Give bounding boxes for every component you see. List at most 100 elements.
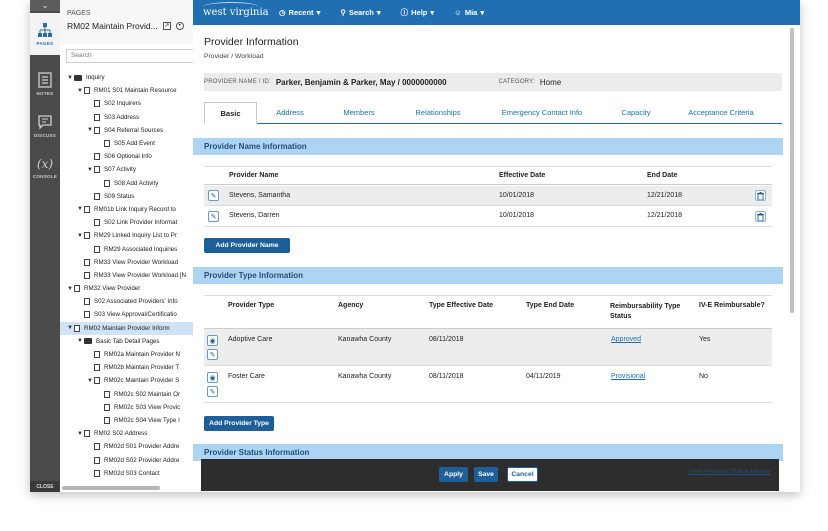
rail-notes-button[interactable]: NOTES bbox=[30, 63, 60, 105]
wv-logo[interactable]: west virginia bbox=[193, 2, 271, 18]
nav-recent[interactable]: ◷ Recent ▾ bbox=[279, 7, 320, 18]
tree-item[interactable]: ▼ S07 Activity bbox=[60, 163, 214, 176]
caret-down-icon[interactable]: ▼ bbox=[66, 75, 74, 81]
apply-button[interactable]: Apply bbox=[439, 467, 468, 482]
tree-item[interactable]: ▼ Inquiry bbox=[60, 71, 214, 84]
tree-item[interactable]: RM02a Maintain Provider N bbox=[60, 348, 214, 361]
tree-item-label: S05 Add Event bbox=[114, 140, 155, 148]
clock-icon: ◷ bbox=[279, 8, 286, 17]
tree-item[interactable]: RM02d S03 Contact bbox=[60, 467, 214, 480]
view-type-button[interactable]: ◉ bbox=[207, 372, 218, 383]
tree-item-label: S02 Associated Providers' Info bbox=[94, 298, 178, 306]
nav-user[interactable]: ☺ Mia ▾ bbox=[454, 7, 484, 18]
tree-item[interactable]: S03 Address bbox=[60, 111, 214, 124]
caret-down-icon[interactable]: ▼ bbox=[76, 233, 84, 239]
delete-name-button[interactable] bbox=[755, 190, 766, 201]
tree-item[interactable]: ▼ RM32 View Provider bbox=[60, 282, 214, 295]
rail-console-button[interactable]: (x) CONSOLE bbox=[30, 147, 60, 189]
help-icon: ⓘ bbox=[400, 8, 409, 17]
tree-item[interactable]: ▼ RM01 S01 Maintain Resource bbox=[60, 84, 214, 97]
tab-members[interactable]: Members bbox=[323, 102, 395, 123]
cancel-button[interactable]: Cancel bbox=[507, 467, 538, 482]
tree-item[interactable]: RM02d S02 Provider Addre bbox=[60, 453, 214, 466]
delete-name-button[interactable] bbox=[755, 211, 766, 222]
caret-down-icon[interactable]: ▼ bbox=[76, 431, 84, 437]
edit-name-button[interactable]: ✎ bbox=[208, 211, 219, 222]
nav-user-label: Mia bbox=[464, 8, 478, 17]
current-page-name: RM02 Maintain Provid... bbox=[67, 21, 158, 31]
page-open-icon[interactable]: ↗ bbox=[162, 22, 171, 30]
tree-item[interactable]: S02 Associated Providers' Info bbox=[60, 295, 214, 308]
col-type-effective-date: Type Effective Date bbox=[429, 302, 494, 309]
page-icon bbox=[94, 153, 100, 161]
tree-item[interactable]: S02 Link Provider Informat bbox=[60, 216, 214, 229]
tree-item[interactable]: RM02d S01 Provider Addre bbox=[60, 440, 214, 453]
tree-item[interactable]: RM02c S02 Maintain Or bbox=[60, 388, 214, 401]
rail-close-button[interactable]: CLOSE bbox=[30, 481, 60, 492]
tree-item[interactable]: S09 Status bbox=[60, 190, 214, 203]
provider-name-cell: Stevens, Darren bbox=[229, 212, 280, 219]
add-provider-name-button[interactable]: Add Provider Name bbox=[204, 238, 290, 253]
caret-down-icon[interactable]: ▼ bbox=[76, 88, 84, 94]
tree-item[interactable]: ▼ RM02 Maintain Provider Inform bbox=[60, 321, 214, 335]
caret-down-icon[interactable]: ▼ bbox=[76, 338, 84, 344]
collapse-chevron-icon[interactable]: ⌄ bbox=[30, 0, 60, 11]
tree-item[interactable]: S03 View Approval/Certificatio bbox=[60, 308, 214, 321]
tree-item[interactable]: S06 Optional Info bbox=[60, 150, 214, 163]
edit-type-button[interactable]: ✎ bbox=[207, 386, 218, 397]
provider-name-key: PROVIDER NAME / ID: bbox=[204, 79, 271, 85]
tree-item[interactable]: S02 Inquirers bbox=[60, 97, 214, 110]
col-ive-reimbursable: IV-E Reimbursable? bbox=[699, 302, 765, 309]
tree-item[interactable]: S08 Add Activity bbox=[60, 177, 214, 190]
tree-item[interactable]: RM02b Maintain Provider T bbox=[60, 361, 214, 374]
tab-acceptance-criteria[interactable]: Acceptance Criteria bbox=[669, 102, 773, 123]
tab-basic[interactable]: Basic bbox=[204, 102, 257, 124]
caret-down-icon[interactable]: ▼ bbox=[66, 325, 74, 331]
tree-item[interactable]: ▼ RM02c Maintain Provider S bbox=[60, 374, 214, 387]
caret-down-icon[interactable]: ▼ bbox=[86, 378, 94, 384]
col-agency: Agency bbox=[338, 302, 364, 309]
tab-emergency-contact-info[interactable]: Emergency Contact Info bbox=[481, 102, 603, 123]
caret-down-icon[interactable]: ▼ bbox=[86, 127, 94, 133]
nav-search[interactable]: ⚲ Search ▾ bbox=[340, 7, 380, 18]
reimbursability-status-link[interactable]: Approved bbox=[611, 336, 641, 343]
tree-item-label: Inquiry bbox=[86, 74, 105, 82]
pages-search-input[interactable] bbox=[66, 48, 208, 63]
top-navigation-bar: west virginia ◷ Recent ▾ ⚲ Search ▾ ⓘ Help ▾ ☺… bbox=[193, 0, 800, 25]
tree-item[interactable]: ▼ RM02 S02 Address bbox=[60, 427, 214, 440]
tab-relationships[interactable]: Relationships bbox=[395, 102, 481, 123]
view-type-button[interactable]: ◉ bbox=[207, 335, 218, 346]
folder-icon bbox=[84, 338, 92, 345]
caret-down-icon[interactable]: ▼ bbox=[86, 167, 94, 173]
nav-help[interactable]: ⓘ Help ▾ bbox=[401, 7, 435, 18]
edit-name-button[interactable]: ✎ bbox=[208, 190, 219, 201]
tree-item[interactable]: RM33 View Provider Workload [N bbox=[60, 269, 214, 282]
add-provider-type-button[interactable]: Add Provider Type bbox=[204, 416, 274, 431]
caret-down-icon[interactable]: ▼ bbox=[76, 206, 84, 212]
tree-item[interactable]: ▼ S04 Referral Sources bbox=[60, 124, 214, 137]
edit-type-button[interactable]: ✎ bbox=[207, 349, 218, 360]
tree-item[interactable]: RM02c S04 View Type I bbox=[60, 414, 214, 427]
page-settings-icon[interactable]: • bbox=[175, 22, 184, 30]
reimbursability-status-link[interactable]: Provisional bbox=[611, 373, 645, 380]
tree-item[interactable]: ▼ Basic Tab Detail Pages bbox=[60, 335, 214, 348]
pages-horizontal-scrollbar[interactable] bbox=[62, 486, 160, 490]
tree-item[interactable]: ▼ RM29 Linked Inquiry List to Pr bbox=[60, 229, 214, 242]
page-icon bbox=[104, 140, 110, 148]
save-button[interactable]: Save bbox=[474, 467, 498, 482]
rail-pages-button[interactable]: PAGES bbox=[30, 13, 60, 55]
tab-capacity[interactable]: Capacity bbox=[603, 102, 669, 123]
page-icon bbox=[94, 126, 100, 134]
tree-item[interactable]: RM29 Associated Inquiries bbox=[60, 242, 214, 255]
main-vertical-scrollbar[interactable] bbox=[790, 28, 794, 313]
tree-item[interactable]: ▼ RM01b Link Inquiry Record to bbox=[60, 203, 214, 216]
user-icon: ☺ bbox=[454, 8, 462, 17]
caret-down-icon[interactable]: ▼ bbox=[66, 286, 74, 292]
tree-item[interactable]: RM33 View Provider Workload bbox=[60, 256, 214, 269]
tab-address[interactable]: Address bbox=[257, 102, 323, 123]
tree-item[interactable]: RM02c S03 View Provic bbox=[60, 401, 214, 414]
view-provider-status-history-link[interactable]: View Provider Status History bbox=[689, 468, 771, 475]
rail-discuss-button[interactable]: DISCUSS bbox=[30, 105, 60, 147]
tree-item[interactable]: S05 Add Event bbox=[60, 137, 214, 150]
folder-icon bbox=[74, 74, 82, 81]
